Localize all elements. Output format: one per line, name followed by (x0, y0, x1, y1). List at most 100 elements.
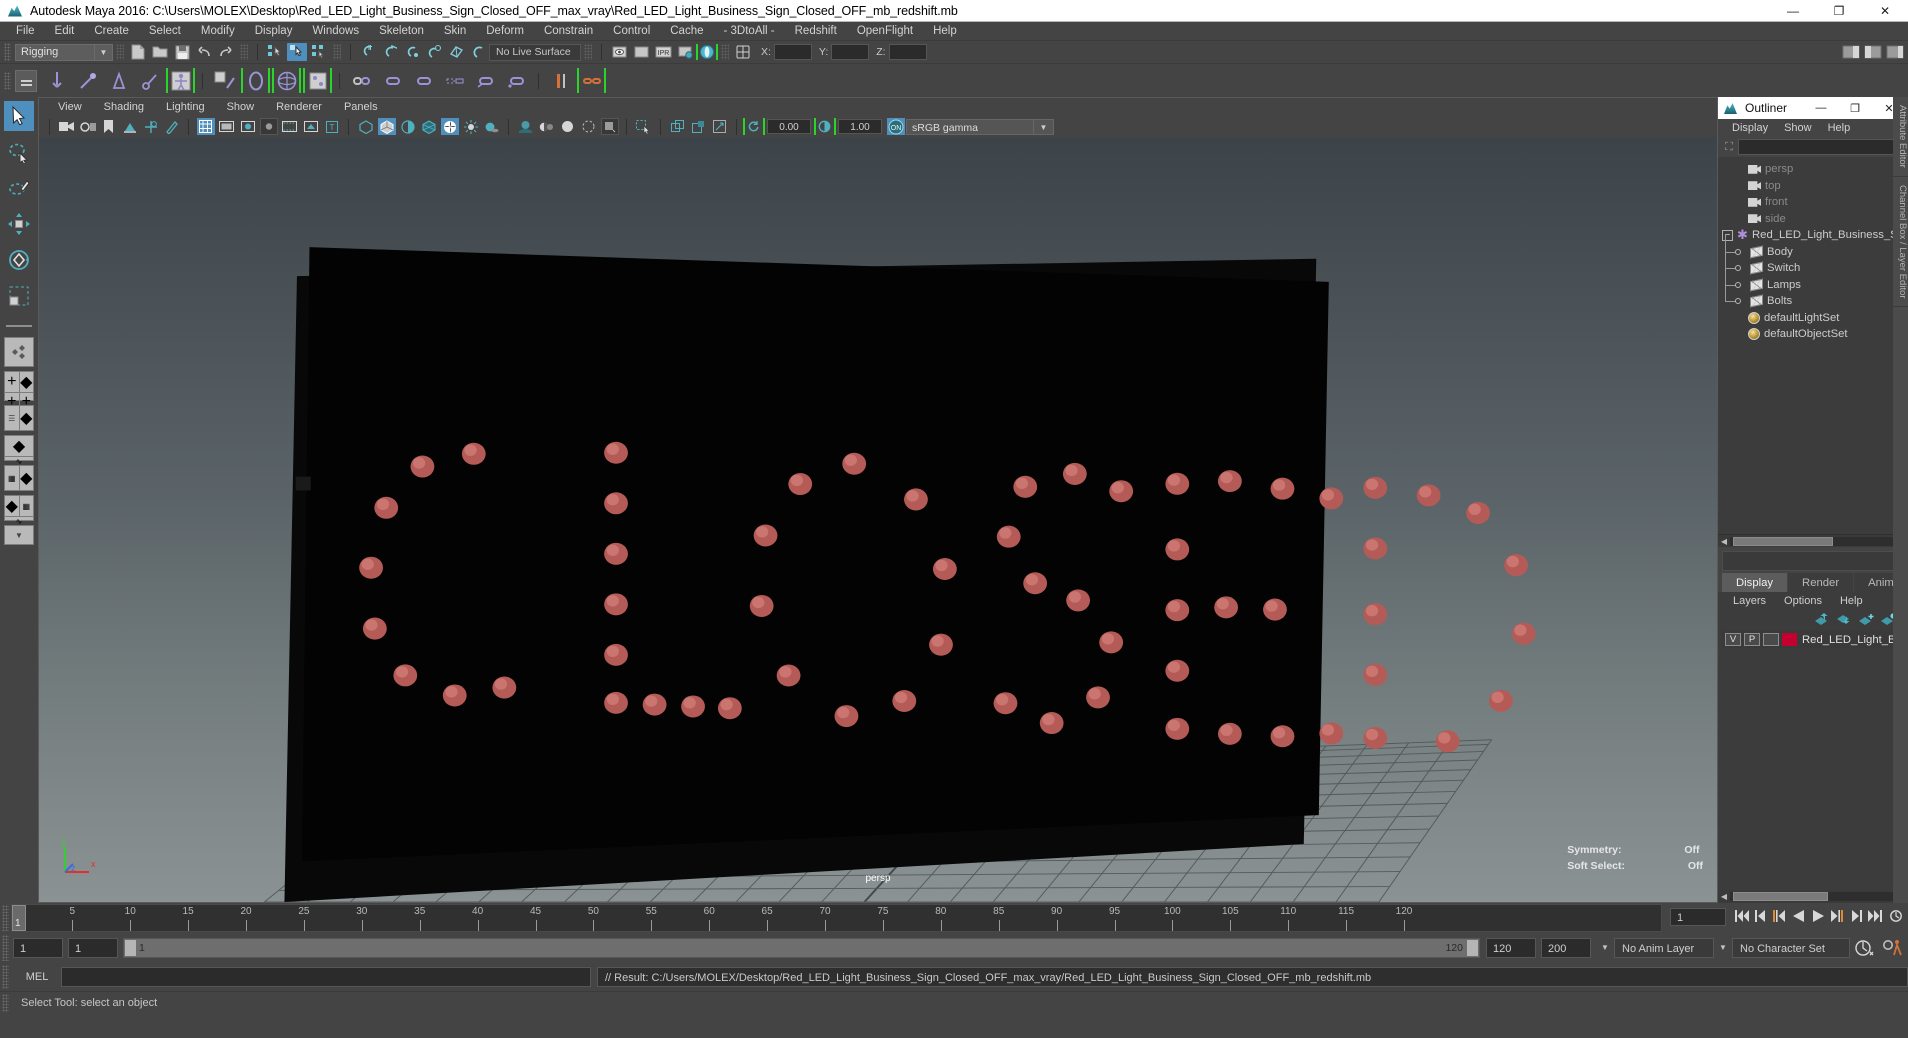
parent-constraint-icon[interactable] (348, 67, 375, 94)
menu-item-help[interactable]: Help (923, 22, 967, 41)
menu-item-control[interactable]: Control (603, 22, 660, 41)
shadows-icon[interactable] (483, 118, 501, 135)
chevron-down-icon[interactable]: ▼ (1596, 938, 1614, 958)
exposure-field[interactable]: 0.00 (767, 119, 811, 134)
tab-render[interactable]: Render (1788, 573, 1854, 592)
layer-menu-help[interactable]: Help (1831, 595, 1872, 607)
gamma-reset-icon[interactable] (813, 118, 836, 135)
rotate-tool-icon[interactable] (4, 245, 34, 275)
select-camera-icon[interactable] (58, 118, 76, 135)
outliner-item-defaultlightset[interactable]: defaultLightSet (1718, 310, 1908, 327)
ik-handle-icon[interactable] (74, 67, 101, 94)
move-layer-up-icon[interactable] (1812, 612, 1832, 628)
point-constraint-icon[interactable] (379, 67, 406, 94)
show-render-view-icon[interactable] (609, 43, 629, 61)
z-field[interactable] (888, 44, 927, 60)
lasso-tool-icon[interactable] (4, 137, 34, 167)
exposure-reset-icon[interactable] (742, 118, 765, 135)
redo-icon[interactable] (216, 43, 236, 61)
paint-skin-weights-icon[interactable] (303, 67, 332, 94)
scroll-left-icon[interactable]: ◀ (1718, 892, 1730, 901)
previous-key-icon[interactable] (1772, 903, 1787, 929)
multisample-aa-icon[interactable] (559, 118, 577, 135)
aim-constraint-icon[interactable] (472, 67, 499, 94)
anim-end-field[interactable]: 200 (1541, 938, 1591, 958)
filter-icon[interactable]: ⛶ (1720, 139, 1738, 155)
undo-icon[interactable] (194, 43, 214, 61)
smooth-shading-icon[interactable] (377, 118, 396, 135)
layer-color-swatch[interactable] (1782, 633, 1797, 646)
resolution-gate-icon[interactable] (239, 118, 257, 135)
sidebar-toggle-tool-icon[interactable] (1863, 43, 1883, 61)
layer-playback-toggle[interactable]: P (1744, 633, 1760, 646)
select-component-icon[interactable] (309, 43, 329, 61)
viewport-menu-view[interactable]: View (47, 101, 93, 113)
layer-menu-options[interactable]: Options (1775, 595, 1831, 607)
live-surface-field[interactable]: No Live Surface (489, 43, 581, 61)
shelf-menu-icon[interactable] (15, 69, 37, 92)
render-settings-icon[interactable] (675, 43, 695, 61)
viewport-menu-lighting[interactable]: Lighting (155, 101, 216, 113)
outliner-horizontal-scrollbar[interactable]: ◀ ▶ (1718, 534, 1908, 547)
toolbar-gripper[interactable] (2, 965, 9, 989)
scrollbar-thumb[interactable] (1733, 892, 1828, 901)
outliner-item-switch[interactable]: Switch (1718, 251, 1908, 277)
image-plane-icon[interactable] (121, 118, 139, 135)
persp-outliner-graph-layout-icon[interactable]: ◆ ▦ ∿ (4, 495, 34, 526)
select-tool-icon[interactable] (4, 101, 34, 131)
scrollbar-track[interactable] (1730, 536, 1896, 546)
new-layer-icon[interactable] (1856, 612, 1876, 628)
toolbar-gripper[interactable] (4, 71, 11, 90)
use-all-lights-icon[interactable] (462, 118, 480, 135)
sidebar-toggle-channel-icon[interactable] (1885, 43, 1905, 61)
menu-item-openflight[interactable]: OpenFlight (847, 22, 923, 41)
outliner-item-defaultobjectset[interactable]: defaultObjectSet (1718, 326, 1908, 343)
layer-visibility-toggle[interactable]: V (1725, 633, 1741, 646)
vertical-tab-attribute-editor[interactable]: Attribute Editor (1893, 97, 1908, 177)
snap-point-icon[interactable] (402, 43, 422, 61)
menu-item-windows[interactable]: Windows (302, 22, 369, 41)
motion-blur-icon[interactable] (538, 118, 556, 135)
outliner-item-side[interactable]: side (1718, 211, 1908, 228)
step-forward-key-icon[interactable] (1848, 903, 1863, 929)
toolbar-gripper[interactable] (240, 44, 248, 60)
outliner-menu-show[interactable]: Show (1776, 122, 1820, 134)
chevron-down-icon[interactable]: ▼ (95, 43, 113, 61)
character-set-select[interactable]: No Character Set (1732, 938, 1850, 958)
layer-state-toggle[interactable] (1763, 633, 1779, 646)
input-selection-mask-icon[interactable] (733, 43, 753, 61)
menu-item-select[interactable]: Select (139, 22, 191, 41)
menu-item-skeleton[interactable]: Skeleton (369, 22, 434, 41)
camera-attributes-icon[interactable] (79, 118, 97, 135)
isolate-select-icon[interactable] (635, 118, 653, 135)
single-view-layout-icon[interactable] (4, 337, 34, 367)
current-frame-field[interactable]: 1 (1670, 908, 1726, 926)
flat-shading-icon[interactable] (399, 118, 417, 135)
time-slider[interactable]: 1 5 10 15 20 25 30 35 40 45 50 55 60 65 70 75 80 85 90 95 1… (11, 904, 1662, 932)
outliner-minimize-button[interactable]: — (1804, 97, 1838, 119)
xray-icon[interactable] (302, 118, 320, 135)
select-hierarchy-icon[interactable] (265, 43, 285, 61)
chevron-down-icon[interactable]: ▼ (1034, 118, 1054, 135)
range-end-handle[interactable] (1467, 940, 1478, 956)
step-back-key-icon[interactable] (1753, 903, 1768, 929)
toolbar-gripper[interactable] (4, 43, 11, 61)
animation-preferences-icon[interactable] (1880, 937, 1906, 959)
outliner-menu-help[interactable]: Help (1820, 122, 1859, 134)
toolbar-gripper[interactable] (116, 44, 124, 60)
viewport-resize-icon[interactable] (711, 118, 729, 135)
go-to-start-icon[interactable] (1734, 903, 1749, 929)
menu-item-create[interactable]: Create (84, 22, 139, 41)
outliner-item-top[interactable]: top (1718, 178, 1908, 195)
close-button[interactable]: ✕ (1862, 0, 1908, 22)
play-forwards-icon[interactable] (1810, 903, 1825, 929)
shaded-wireframe-icon[interactable] (420, 118, 438, 135)
color-management-toggle-icon[interactable]: ON (886, 118, 905, 135)
minimize-button[interactable]: — (1770, 0, 1816, 22)
layer-list[interactable]: VP Red_LED_Light_Busine (1718, 629, 1908, 890)
viewport-menu-show[interactable]: Show (216, 101, 266, 113)
menu-item-3dtoall[interactable]: - 3DtoAll - (714, 22, 785, 41)
toolbar-gripper[interactable] (2, 993, 9, 1012)
scroll-left-icon[interactable]: ◀ (1718, 537, 1730, 546)
scrollbar-thumb[interactable] (1733, 536, 1833, 546)
